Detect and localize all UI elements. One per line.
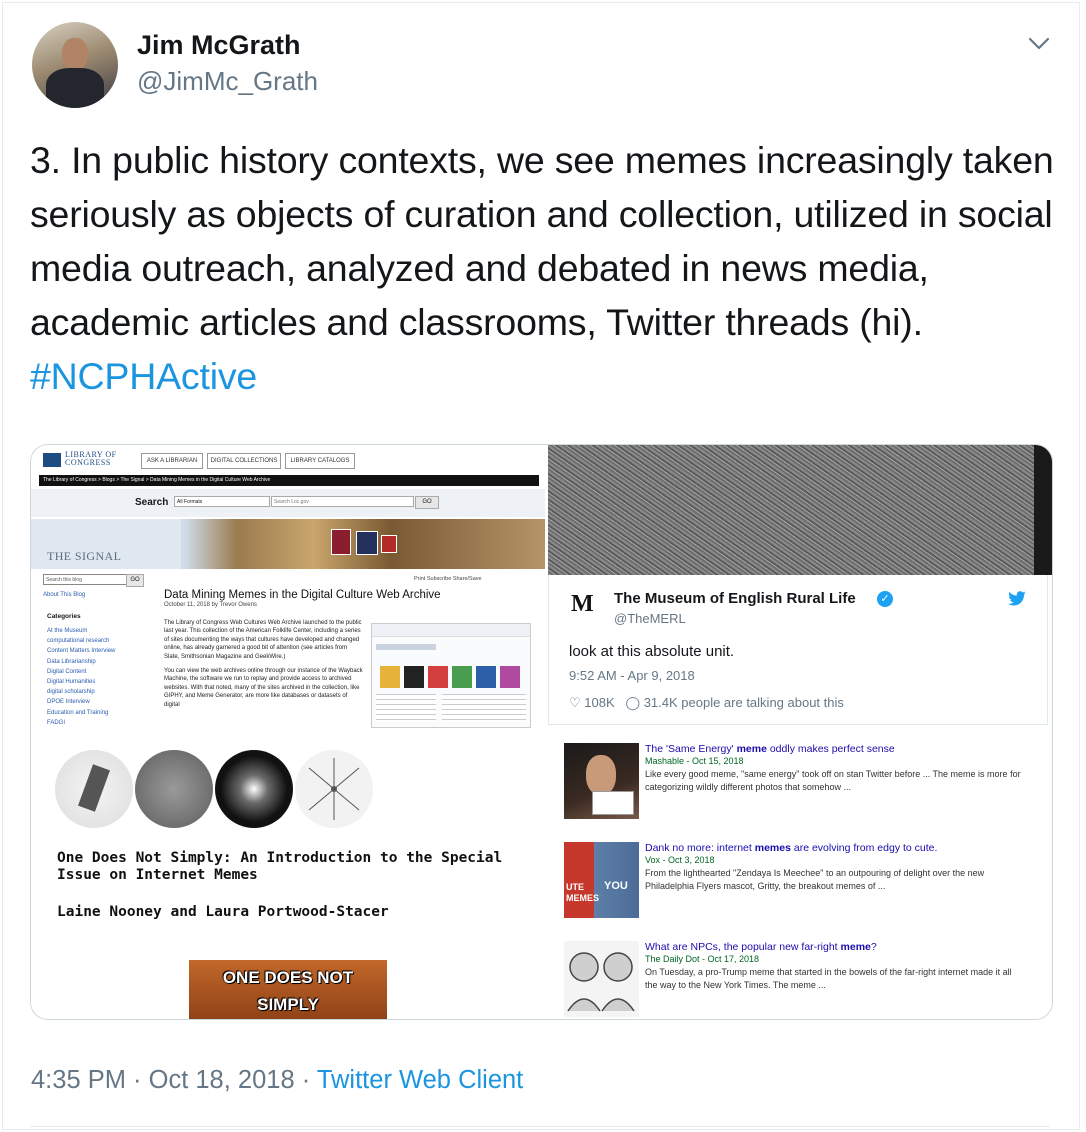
chevron-down-icon[interactable] <box>1026 34 1052 54</box>
digital-collections-button: DIGITAL COLLECTIONS <box>207 453 281 469</box>
avatar-body <box>46 68 104 108</box>
article-title: Data Mining Memes in the Digital Culture… <box>164 589 441 601</box>
circle-figure-3 <box>215 750 293 828</box>
author-name[interactable]: Jim McGrath <box>137 30 301 61</box>
geometric-diagram-icon <box>308 758 360 820</box>
news-source: Mashable - Oct 15, 2018 <box>645 756 744 766</box>
search-go-button: GO <box>415 496 439 509</box>
news-item: What are NPCs, the popular new far-right… <box>548 941 1052 1019</box>
tweet-client-link[interactable]: Twitter Web Client <box>317 1066 523 1094</box>
thumb-caption-left2: MEMES <box>566 893 600 903</box>
paper-title-line1: One Does Not Simply: An Introduction to … <box>57 850 503 866</box>
heart-icon: ♡ <box>569 695 581 710</box>
library-catalogs-button: LIBRARY CATALOGS <box>285 453 355 469</box>
media-paper[interactable]: One Does Not Simply: An Introduction to … <box>31 732 545 1019</box>
comment-icon: ◯ <box>625 695 641 710</box>
talking-count: 31.4K people are talking about this <box>643 695 844 710</box>
tweet-footer: 4:35 PM · Oct 18, 2018 · Twitter Web Cli… <box>31 1066 523 1095</box>
author-handle[interactable]: @JimMc_Grath <box>137 66 318 97</box>
news-thumbnail <box>564 941 639 1017</box>
circle-figure-2 <box>135 750 213 828</box>
paper-title: One Does Not Simply: An Introduction to … <box>57 850 502 884</box>
blog-name: THE SIGNAL <box>47 549 122 563</box>
loc-logo-line2: CONGRESS <box>65 458 111 467</box>
merl-tweet-time: 9:52 AM - Apr 9, 2018 <box>569 668 695 683</box>
article-date: October 11, 2018 by Trevor Owens <box>164 602 257 608</box>
circle-figure-1 <box>55 750 133 828</box>
format-select: All Formats <box>174 496 270 507</box>
merl-logo: M <box>571 591 594 617</box>
news-thumbnail <box>564 743 639 819</box>
category-item: At the Museum <box>47 628 88 634</box>
sheep-photo <box>548 445 1052 575</box>
like-count: 108K <box>584 695 615 710</box>
news-source: The Daily Dot - Oct 17, 2018 <box>645 954 760 964</box>
twitter-bird-icon <box>1008 591 1026 606</box>
merl-handle: @TheMERL <box>614 611 686 626</box>
circle-figure-4 <box>295 750 373 828</box>
news-title: The 'Same Energy' meme oddly makes perfe… <box>645 743 895 755</box>
blog-search-go: GO <box>126 574 144 587</box>
thumb-caption-right: YOU <box>604 880 628 892</box>
category-item: Digital Content <box>47 668 87 675</box>
media-grid[interactable]: LIBRARY OF CONGRESS ASK A LIBRARIAN DIGI… <box>30 444 1053 1020</box>
share-tools: Print Subscribe Share/Save <box>414 576 482 582</box>
loc-logo-text: LIBRARY OF CONGRESS <box>65 451 117 467</box>
meme-caption: ONE DOES NOT SIMPLY <box>189 964 387 1018</box>
breadcrumb: The Library of Congress > Blogs > The Si… <box>39 475 539 486</box>
avatar[interactable] <box>32 22 118 108</box>
embedded-tweet: M The Museum of English Rural Life ✓ @Th… <box>548 575 1048 725</box>
merl-tweet-stats: ♡ 108K ◯ 31.4K people are talking about … <box>569 695 844 711</box>
news-title: Dank no more: internet memes are evolvin… <box>645 842 938 854</box>
divider <box>30 1126 1050 1127</box>
news-item: The 'Same Energy' meme oddly makes perfe… <box>548 743 1052 827</box>
search-input: Search Loc.gov <box>271 496 414 507</box>
tweet-text: 3. In public history contexts, we see me… <box>30 133 1060 403</box>
categories-heading: Categories <box>47 613 81 620</box>
category-item: Digital Humanities <box>47 679 96 686</box>
paper-authors: Laine Nooney and Laura Portwood-Stacer <box>57 904 389 920</box>
category-item: Education and Training <box>47 709 109 716</box>
category-item: Content Matters Interview <box>47 648 116 655</box>
verified-icon: ✓ <box>877 591 893 607</box>
article-paragraph: You can view the web archives online thr… <box>164 668 363 708</box>
media-divider-vertical <box>545 445 548 1019</box>
category-item: DPOE Interview <box>47 699 90 706</box>
media-loc-blog[interactable]: LIBRARY OF CONGRESS ASK A LIBRARIAN DIGI… <box>31 445 545 729</box>
category-item: Data Librarianship <box>47 658 96 665</box>
news-source: Vox - Oct 3, 2018 <box>645 855 715 865</box>
media-divider-horizontal <box>31 729 545 732</box>
search-label: Search <box>135 497 169 508</box>
about-blog-link: About This Blog <box>43 592 86 598</box>
news-description: Like every good meme, "same energy" took… <box>645 769 1021 792</box>
news-title: What are NPCs, the popular new far-right… <box>645 941 877 953</box>
categories-list: At the Museum computational research Con… <box>47 626 115 728</box>
meme-caption-line2: SIMPLY <box>257 995 319 1014</box>
tweet-timestamp[interactable]: 4:35 PM · Oct 18, 2018 · <box>31 1066 317 1094</box>
news-thumbnail: UTE MEMES YOU <box>564 842 639 918</box>
media-merl-news[interactable]: M The Museum of English Rural Life ✓ @Th… <box>548 445 1052 1019</box>
paper-title-line2: Issue on Internet Memes <box>57 867 258 883</box>
news-item: UTE MEMES YOU Dank no more: internet mem… <box>548 842 1052 926</box>
news-description: On Tuesday, a pro-Trump meme that starte… <box>645 967 1012 990</box>
npc-meme-icon <box>567 952 635 1012</box>
merl-name: The Museum of English Rural Life <box>614 590 856 607</box>
thumb-caption-left: UTE <box>566 882 584 892</box>
merl-tweet-text: look at this absolute unit. <box>569 643 735 660</box>
avatar-head <box>62 38 88 70</box>
article-paragraph: The Library of Congress Web Cultures Web… <box>164 620 362 660</box>
loc-logo-icon <box>43 453 61 467</box>
ask-librarian-button: ASK A LIBRARIAN <box>141 453 203 469</box>
hashtag-link[interactable]: #NCPHActive <box>30 355 257 397</box>
news-description: From the lighthearted "Zendaya Is Meeche… <box>645 868 985 891</box>
tweet-body: 3. In public history contexts, we see me… <box>30 139 1054 343</box>
category-item: digital scholarship <box>47 689 95 696</box>
category-item: FADGI <box>47 719 66 726</box>
category-item: computational research <box>47 638 110 645</box>
collection-screenshot <box>371 623 531 728</box>
meme-caption-line1: ONE DOES NOT <box>222 968 354 987</box>
article-body: The Library of Congress Web Cultures Web… <box>164 619 364 709</box>
